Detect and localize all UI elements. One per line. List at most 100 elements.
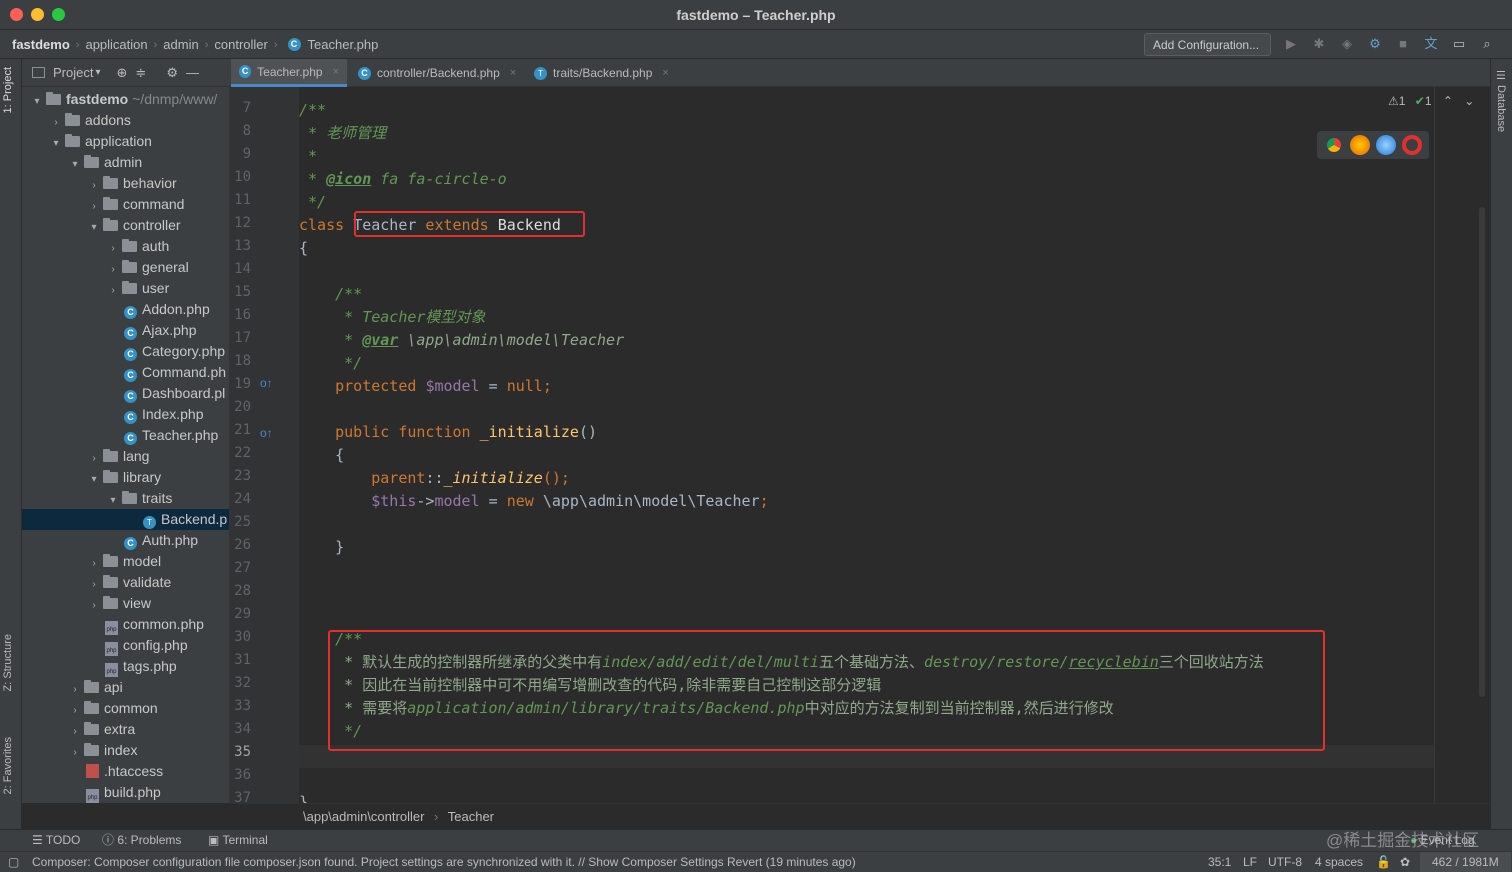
memory-indicator[interactable]: 462 / 1981M [1420, 852, 1511, 872]
tree-folder[interactable]: › behavior [22, 173, 229, 194]
hide-panel-icon[interactable]: — [186, 65, 199, 80]
tree-folder[interactable]: › general [22, 257, 229, 278]
tree-folder[interactable]: › api [22, 677, 229, 698]
tree-folder[interactable]: › addons [22, 110, 229, 131]
override-marker-icon[interactable]: o↑ [260, 426, 273, 440]
tree-folder[interactable]: › lang [22, 446, 229, 467]
tree-folder[interactable]: › validate [22, 572, 229, 593]
chrome-icon[interactable] [1324, 135, 1344, 155]
tree-file[interactable]: php config.php [22, 635, 229, 656]
vertical-scrollbar[interactable] [1479, 207, 1485, 697]
gear-icon[interactable]: ⚙ [166, 65, 178, 81]
tree-folder[interactable]: ▾ fastdemo ~/dnmp/www/ [22, 89, 229, 110]
tree-folder[interactable]: › index [22, 740, 229, 761]
chevron-down-icon[interactable]: ⌄ [1464, 94, 1474, 108]
tree-file[interactable]: php tags.php [22, 656, 229, 677]
caret-position[interactable]: 35:1 [1208, 852, 1231, 872]
safari-icon[interactable] [1376, 135, 1396, 155]
breadcrumb-project[interactable]: fastdemo [12, 37, 70, 52]
plugin-icon[interactable]: ✿ [1400, 852, 1410, 872]
add-configuration-button[interactable]: Add Configuration... [1144, 33, 1271, 56]
status-panel-icon[interactable]: ▢ [8, 852, 19, 872]
chevron-right-icon[interactable]: › [87, 595, 101, 616]
project-view-selector[interactable]: Project [53, 65, 93, 80]
line-separator[interactable]: LF [1243, 852, 1257, 872]
tab-controller-backend[interactable]: C controller/Backend.php × [350, 59, 524, 87]
override-marker-icon[interactable]: o↑ [260, 376, 273, 390]
tree-folder[interactable]: ▾ controller [22, 215, 229, 236]
todo-tool-button[interactable]: ☰ TODO [32, 830, 80, 851]
tree-file[interactable]: php build.php [22, 782, 229, 803]
chevron-right-icon[interactable]: › [106, 280, 120, 301]
status-message[interactable]: Composer: Composer configuration file co… [32, 852, 856, 872]
tree-file[interactable]: C Addon.php [22, 299, 229, 320]
chevron-right-icon[interactable]: › [106, 259, 120, 280]
chevron-down-icon[interactable]: ▾ [87, 217, 101, 238]
breadcrumb-controller[interactable]: controller [214, 37, 267, 52]
chevron-right-icon[interactable]: › [87, 553, 101, 574]
locate-icon[interactable]: ⊕ [117, 65, 128, 81]
tree-file[interactable]: .htaccess [22, 761, 229, 782]
chevron-right-icon[interactable]: › [68, 700, 82, 721]
tree-file[interactable]: C Teacher.php [22, 425, 229, 446]
chevron-down-icon[interactable]: ▾ [87, 469, 101, 490]
tree-file[interactable]: T Backend.p [22, 509, 229, 530]
project-tool-tab[interactable]: 1: Project [2, 67, 14, 113]
close-icon[interactable]: × [333, 66, 339, 78]
terminal-tool-button[interactable]: ▣ Terminal [208, 830, 268, 851]
tree-folder[interactable]: ▾ library [22, 467, 229, 488]
tree-folder[interactable]: › command [22, 194, 229, 215]
breadcrumb-class[interactable]: Teacher [448, 809, 494, 824]
chevron-right-icon[interactable]: › [87, 574, 101, 595]
lock-icon[interactable]: 🔓 [1376, 852, 1391, 872]
chevron-down-icon[interactable]: ▾ [95, 67, 100, 78]
tree-file[interactable]: C Dashboard.pl [22, 383, 229, 404]
tree-file[interactable]: php common.php [22, 614, 229, 635]
chevron-right-icon[interactable]: › [87, 175, 101, 196]
chevron-down-icon[interactable]: ▾ [30, 91, 44, 112]
tab-traits-backend[interactable]: T traits/Backend.php × [526, 59, 677, 87]
breadcrumb-application[interactable]: application [85, 37, 147, 52]
chevron-right-icon[interactable]: › [106, 238, 120, 259]
tree-folder[interactable]: ▾ traits [22, 488, 229, 509]
window-layout-icon[interactable]: ▭ [1450, 35, 1468, 53]
run-icon[interactable]: ▶ [1282, 35, 1300, 53]
tree-folder[interactable]: › view [22, 593, 229, 614]
code-editor[interactable]: /** * 老师管理 * * @icon fa fa-circle-o */ c… [299, 87, 1434, 803]
tree-file[interactable]: C Ajax.php [22, 320, 229, 341]
structure-tool-tab[interactable]: Z: Structure [2, 634, 14, 691]
collapse-all-icon[interactable]: ≑ [135, 65, 146, 81]
chevron-down-icon[interactable]: ▾ [68, 154, 82, 175]
tree-folder[interactable]: › user [22, 278, 229, 299]
tree-folder[interactable]: › model [22, 551, 229, 572]
database-tool-tab[interactable]: Database [1495, 85, 1507, 132]
tab-teacher-php[interactable]: C Teacher.php × [231, 59, 347, 87]
debug-icon[interactable]: ✱ [1310, 35, 1328, 53]
search-icon[interactable]: ⌕ [1478, 35, 1496, 53]
coverage-icon[interactable]: ◈ [1338, 35, 1356, 53]
tree-file[interactable]: C Category.php [22, 341, 229, 362]
favorites-tool-tab[interactable]: 2: Favorites [2, 737, 14, 794]
chevron-down-icon[interactable]: ▾ [49, 133, 63, 154]
close-icon[interactable]: × [510, 67, 516, 79]
tree-folder[interactable]: › common [22, 698, 229, 719]
chevron-right-icon[interactable]: › [49, 112, 63, 133]
chevron-right-icon[interactable]: › [68, 742, 82, 763]
translate-icon[interactable]: 文 [1422, 35, 1440, 53]
indent-setting[interactable]: 4 spaces [1315, 852, 1363, 872]
problems-tool-button[interactable]: ⓘ 6: Problems [102, 830, 181, 851]
breadcrumb-namespace[interactable]: \app\admin\controller [303, 809, 424, 824]
breadcrumb-file[interactable]: Teacher.php [308, 37, 379, 52]
tree-file[interactable]: C Command.ph [22, 362, 229, 383]
tree-folder[interactable]: › auth [22, 236, 229, 257]
chevron-up-icon[interactable]: ⌃ [1443, 94, 1453, 108]
breadcrumb-admin[interactable]: admin [163, 37, 198, 52]
file-encoding[interactable]: UTF-8 [1268, 852, 1302, 872]
chevron-right-icon[interactable]: › [68, 679, 82, 700]
tree-file[interactable]: C Auth.php [22, 530, 229, 551]
inspection-widget[interactable]: ⚠1 ✔1 ⌃ ⌄ [1388, 94, 1474, 108]
tree-folder[interactable]: › extra [22, 719, 229, 740]
profile-icon[interactable]: ⚙ [1366, 35, 1384, 53]
stop-icon[interactable]: ■ [1394, 35, 1412, 53]
opera-icon[interactable] [1402, 135, 1422, 155]
